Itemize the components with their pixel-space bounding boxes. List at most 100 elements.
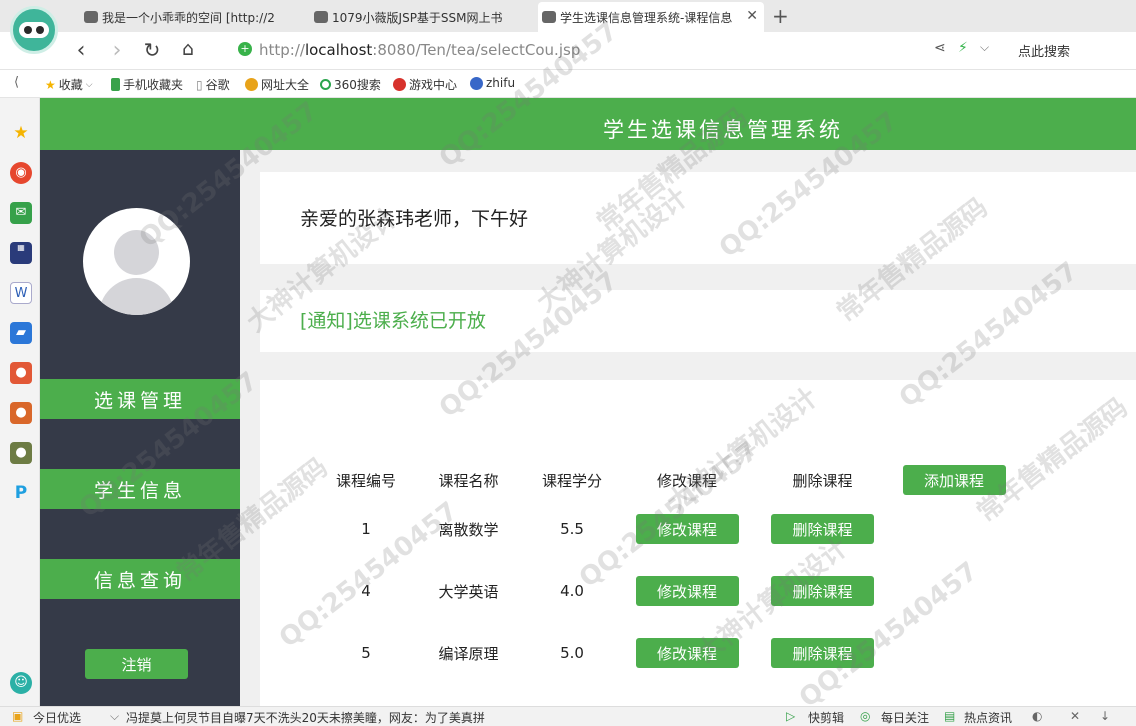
refresh-icon[interactable]: ↻: [139, 38, 165, 62]
browser-tab-1[interactable]: 我是一个小乖乖的空间 [http://2: [80, 2, 305, 32]
edit-cell: 修改课程: [623, 498, 751, 560]
phone-icon: [111, 78, 120, 91]
hot-news-icon: ▤: [944, 709, 956, 723]
browser-tab-strip: 我是一个小乖乖的空间 [http://2 1079小薇版JSP基于SSM网上书 …: [0, 0, 1136, 32]
lightning-icon[interactable]: ⚡: [958, 40, 968, 56]
avatar: [83, 208, 190, 315]
bookmark-mobile[interactable]: 手机收藏夹: [111, 76, 183, 93]
delete-course-button[interactable]: 删除课程: [771, 638, 874, 668]
edit-cell: 修改课程: [623, 560, 751, 622]
app-header: 学生选课信息管理系统: [40, 98, 1136, 150]
page-icon: ▯: [196, 77, 203, 92]
table-header-row: 课程编号 课程名称 课程学分 修改课程 删除课程 添加课程: [316, 462, 1014, 498]
settings-icon[interactable]: ◐: [1032, 709, 1042, 723]
chevron-down-icon[interactable]: ⌵: [980, 40, 989, 55]
site-nav-icon: [245, 78, 258, 91]
bookmark-google[interactable]: ▯ 谷歌: [196, 76, 230, 93]
menu-item-student-info[interactable]: 学生信息: [40, 469, 240, 509]
weibo-icon[interactable]: ◉: [10, 162, 32, 184]
assistant-icon[interactable]: ☺: [10, 672, 32, 694]
page-title: 学生选课信息管理系统: [603, 118, 843, 142]
notice-text: [通知]选课系统已开放: [300, 310, 486, 332]
download-icon[interactable]: ↓: [1100, 709, 1110, 723]
tab-title: 1079小薇版JSP基于SSM网上书: [332, 10, 503, 25]
close-tab-icon[interactable]: ✕: [746, 8, 758, 24]
daily-picks-link[interactable]: 今日优选: [33, 709, 81, 726]
add-course-button[interactable]: 添加课程: [902, 465, 1006, 495]
browser-tab-3-active[interactable]: 学生选课信息管理系统-课程信息 ✕: [538, 2, 764, 32]
course-credit-cell: 4.0: [560, 582, 584, 600]
p-app-icon[interactable]: P: [10, 482, 32, 504]
edit-course-button[interactable]: 修改课程: [635, 576, 739, 606]
column-header-delete: 删除课程: [792, 471, 853, 490]
hot-news-link[interactable]: 热点资讯: [964, 709, 1012, 726]
new-tab-button[interactable]: +: [772, 4, 789, 28]
bookmark-game-center[interactable]: 游戏中心: [393, 76, 457, 93]
bookmark-favorites[interactable]: ★ 收藏 ⌵: [45, 76, 93, 93]
edit-course-button[interactable]: 修改课程: [635, 638, 739, 668]
tab-title: 学生选课信息管理系统-课程信息: [560, 10, 733, 25]
course-table: 课程编号 课程名称 课程学分 修改课程 删除课程 添加课程 1 离散数学 5.5…: [316, 462, 1014, 684]
back-arrow-icon[interactable]: ‹: [68, 38, 94, 63]
notice-card: [通知]选课系统已开放: [260, 290, 1136, 352]
empty-cell: [894, 622, 1014, 684]
mail-icon[interactable]: ✉: [10, 202, 32, 224]
tab-favicon-icon: [542, 11, 556, 23]
game-app-icon-1[interactable]: ●: [10, 362, 32, 384]
browser-status-bar: ▣ 今日优选 ⌵ 冯提莫上何炅节目自曝7天不洗头20天未擦美瞳，网友：为了美真拼…: [0, 706, 1136, 726]
favorites-star-icon[interactable]: ★: [10, 122, 32, 144]
browser-sidebar: ★ ◉ ✉ ▦ W ▰ ● ● ● P ☺: [0, 98, 40, 706]
forward-arrow-icon[interactable]: ›: [104, 38, 130, 63]
menu-item-info-query[interactable]: 信息查询: [40, 559, 240, 599]
app-sidebar: 选课管理 学生信息 信息查询 注销: [40, 150, 240, 706]
column-header-name: 课程名称: [438, 471, 499, 490]
bookmark-site-nav[interactable]: 网址大全: [245, 76, 309, 93]
table-row: 1 离散数学 5.5 修改课程 删除课程: [316, 498, 1014, 560]
video-clip-icon: ▷: [786, 709, 796, 723]
sidebar-toggle-icon[interactable]: ⟨: [14, 75, 19, 90]
edit-course-button[interactable]: 修改课程: [635, 514, 739, 544]
news-app-icon[interactable]: ▦: [10, 242, 32, 264]
greeting-card: 亲爱的张森玮老师，下午好: [260, 172, 1136, 264]
course-id-cell: 1: [361, 520, 371, 538]
daily-focus-link[interactable]: 每日关注: [881, 709, 929, 726]
browser-logo-icon[interactable]: [10, 6, 58, 54]
360-icon: [320, 79, 331, 90]
bookmark-zhifu[interactable]: zhifu: [470, 76, 515, 90]
game-app-icon-3[interactable]: ●: [10, 442, 32, 464]
delete-course-button[interactable]: 删除课程: [771, 514, 874, 544]
chevron-down-icon[interactable]: ⌵: [110, 709, 119, 724]
table-row: 5 编译原理 5.0 修改课程 删除课程: [316, 622, 1014, 684]
bookmark-360-search[interactable]: 360搜索: [320, 76, 381, 93]
delete-course-button[interactable]: 删除课程: [771, 576, 874, 606]
course-credit-cell: 5.5: [560, 520, 584, 538]
chat-icon[interactable]: ▰: [10, 322, 32, 344]
main-content: 亲爱的张森玮老师，下午好 [通知]选课系统已开放 课程编号 课程名称 课程学分 …: [240, 150, 1136, 706]
url-input[interactable]: http://localhost:8080/Ten/tea/selectCou.…: [259, 41, 580, 59]
share-icon[interactable]: ⋖: [934, 40, 946, 56]
news-ticker-link[interactable]: 冯提莫上何炅节目自曝7天不洗头20天未擦美瞳，网友：为了美真拼: [126, 709, 496, 726]
tools-icon[interactable]: ✕: [1070, 709, 1080, 723]
menu-item-course-selection[interactable]: 选课管理: [40, 379, 240, 419]
game-icon: [393, 78, 406, 91]
logout-button[interactable]: 注销: [85, 649, 188, 679]
course-id-cell: 4: [361, 582, 371, 600]
game-app-icon-2[interactable]: ●: [10, 402, 32, 424]
browser-tab-2[interactable]: 1079小薇版JSP基于SSM网上书: [310, 2, 532, 32]
quick-clip-link[interactable]: 快剪辑: [808, 709, 844, 726]
empty-cell: [894, 560, 1014, 622]
delete-cell: 删除课程: [751, 560, 894, 622]
course-name-cell: 编译原理: [438, 644, 499, 663]
secure-shield-icon: +: [238, 42, 252, 56]
home-icon[interactable]: ⌂: [175, 38, 201, 60]
zhifu-icon: [470, 76, 483, 90]
word-doc-icon[interactable]: W: [10, 282, 32, 304]
browser-address-bar: ‹ › ↻ ⌂ + http://localhost:8080/Ten/tea/…: [0, 32, 1136, 70]
add-column: 添加课程: [894, 462, 1014, 498]
course-table-card: 课程编号 课程名称 课程学分 修改课程 删除课程 添加课程 1 离散数学 5.5…: [260, 380, 1136, 706]
course-credit-cell: 5.0: [560, 644, 584, 662]
tab-title: 我是一个小乖乖的空间 [http://2: [102, 10, 275, 25]
delete-cell: 删除课程: [751, 622, 894, 684]
star-icon: ★: [45, 77, 56, 92]
search-box[interactable]: 点此搜索: [1018, 41, 1070, 60]
